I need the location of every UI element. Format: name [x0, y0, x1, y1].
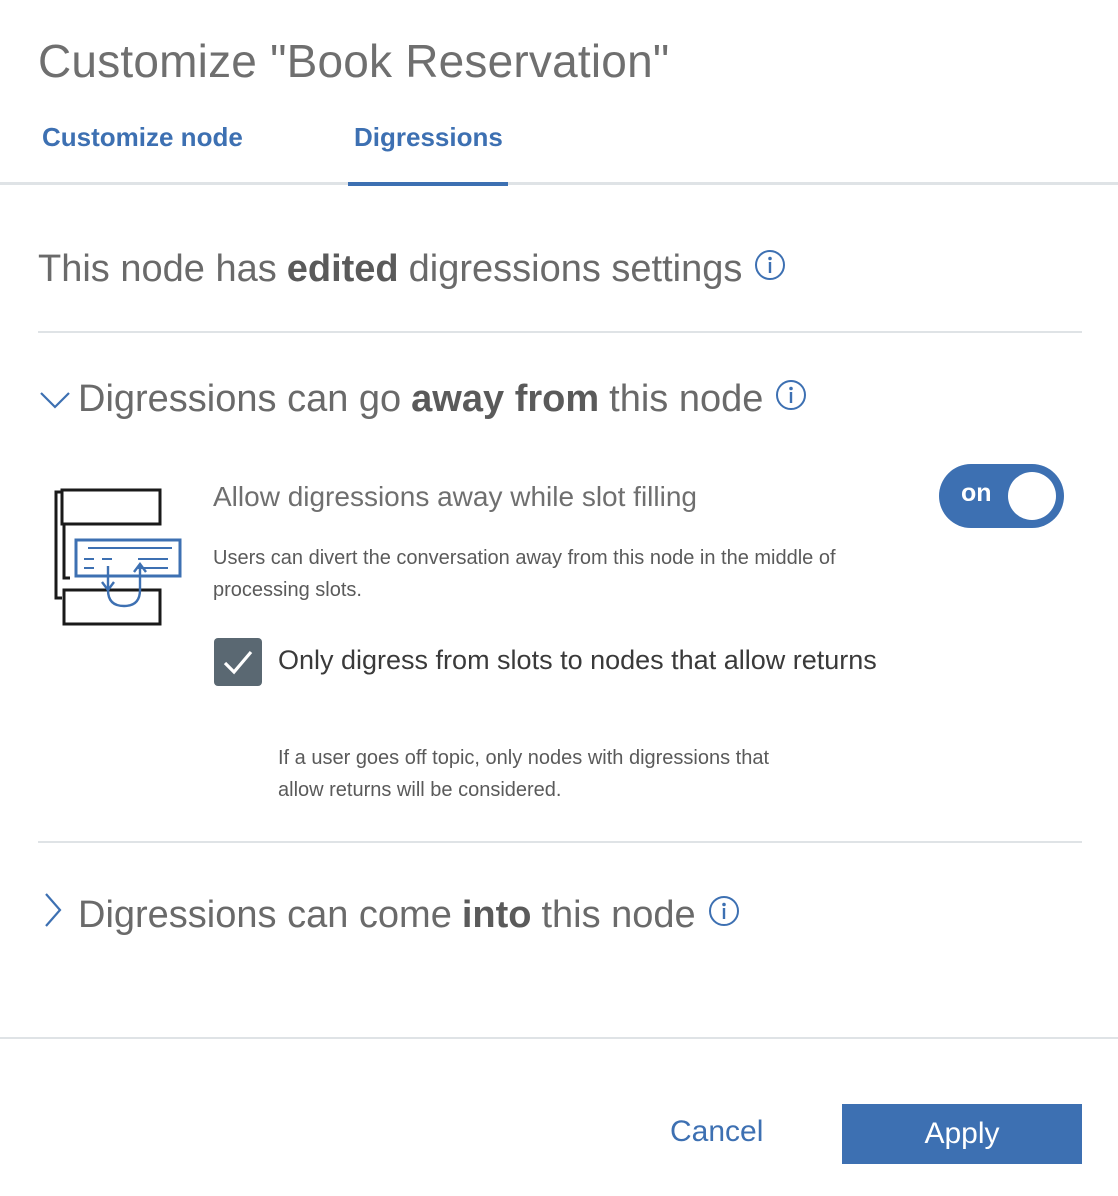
tab-bar-divider [0, 182, 1118, 185]
into-section-header[interactable]: Digressions can come into this node [38, 890, 740, 940]
checkmark-icon [223, 650, 253, 675]
tab-digressions[interactable]: Digressions [354, 122, 503, 153]
apply-button[interactable]: Apply [842, 1104, 1082, 1164]
allow-returns-description: If a user goes off topic, only nodes wit… [278, 747, 770, 801]
dialog-title: Customize "Book Reservation" [38, 35, 670, 87]
chevron-right-icon [38, 890, 72, 940]
section-divider [38, 331, 1082, 333]
slot-digression-illustration-icon [50, 486, 186, 635]
status-suffix: digressions settings [408, 248, 743, 290]
slot-filling-toggle[interactable]: on [939, 464, 1064, 528]
away-section-header[interactable]: Digressions can go away from this node [38, 378, 807, 421]
away-section-suffix: this node [609, 378, 764, 420]
into-section-emphasis: into [461, 893, 532, 936]
into-section-prefix: Digressions can come [78, 893, 452, 936]
info-icon[interactable] [775, 378, 807, 421]
digressions-status: This node has edited digressions setting… [38, 248, 786, 291]
slot-filling-title: Allow digressions away while slot fillin… [213, 481, 697, 512]
section-divider [38, 841, 1082, 843]
footer-divider [0, 1037, 1118, 1039]
slot-filling-description: Users can divert the conversation away f… [213, 547, 836, 601]
customize-dialog: Customize "Book Reservation" Customize n… [0, 0, 1118, 1196]
active-tab-indicator [348, 182, 508, 186]
allow-returns-label[interactable]: Only digress from slots to nodes that al… [278, 643, 878, 677]
toggle-label: on [961, 479, 992, 507]
status-emphasis: edited [286, 248, 399, 290]
info-icon[interactable] [708, 894, 740, 937]
tab-bar: Customize node Digressions [0, 112, 1118, 186]
tab-customize-node[interactable]: Customize node [42, 122, 243, 153]
into-section-suffix: this node [541, 893, 696, 936]
chevron-down-icon [38, 378, 72, 421]
away-section-prefix: Digressions can go [78, 378, 402, 420]
toggle-knob [1008, 472, 1056, 520]
status-prefix: This node has [38, 248, 277, 290]
allow-returns-checkbox[interactable] [214, 638, 262, 686]
info-icon[interactable] [754, 248, 786, 291]
away-section-emphasis: away from [411, 378, 600, 420]
cancel-button[interactable]: Cancel [670, 1115, 763, 1149]
